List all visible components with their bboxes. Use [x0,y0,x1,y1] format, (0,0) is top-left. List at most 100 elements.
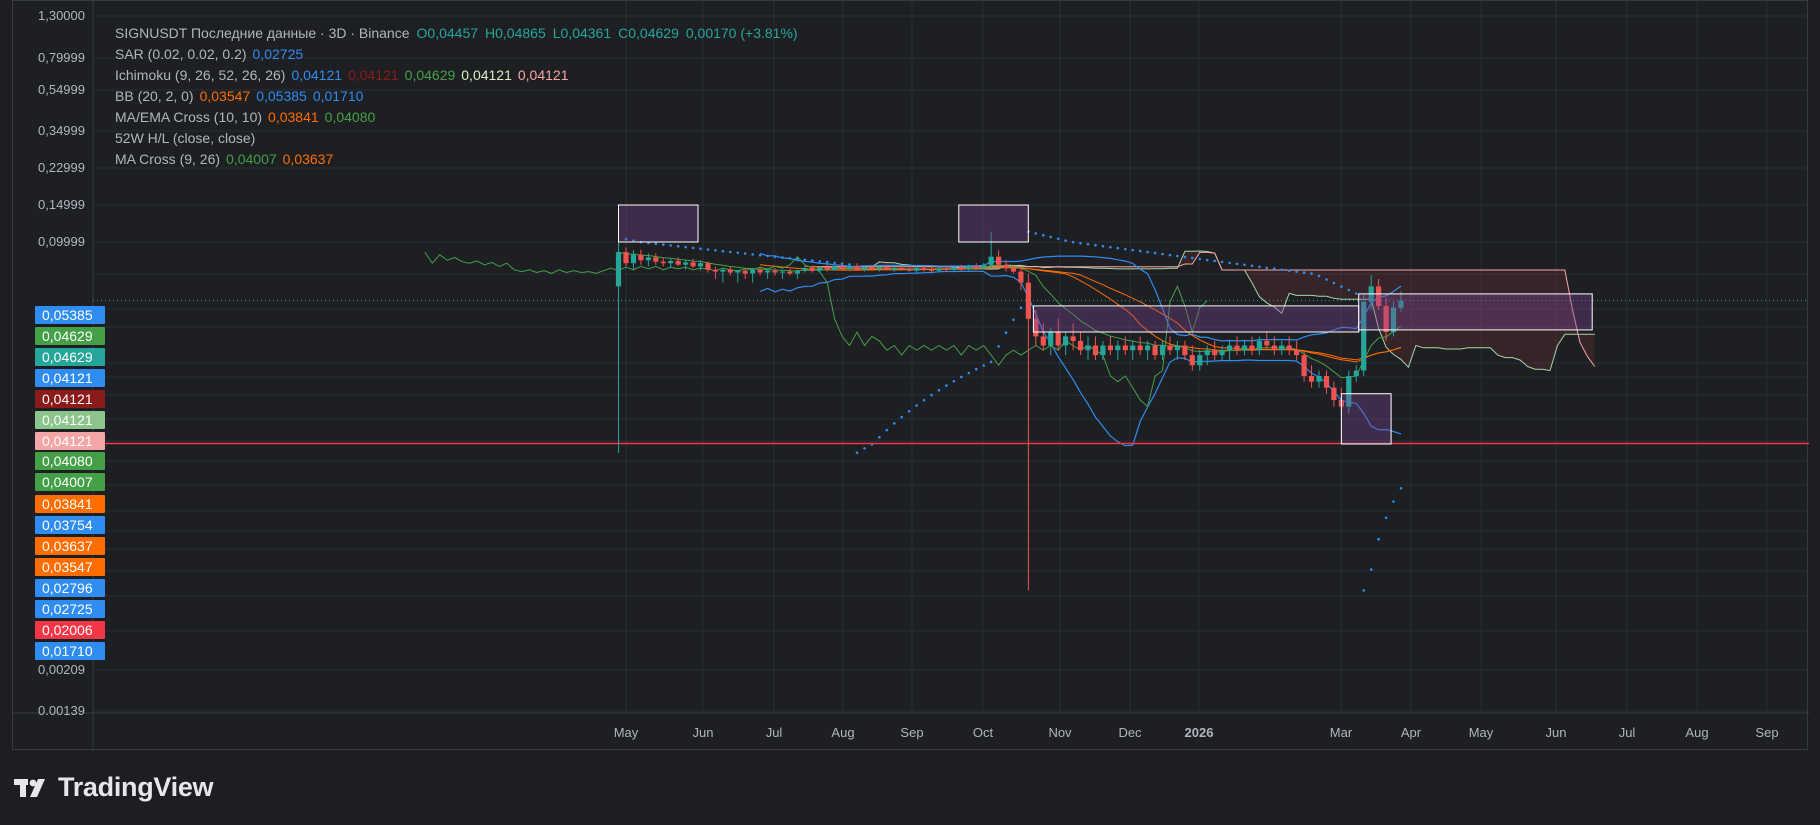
sar-dot [855,451,859,455]
time-tick-label: Nov [1048,725,1072,740]
indicator-row[interactable]: SAR (0.02, 0.02, 0.2) 0,02725 [115,44,798,65]
sar-dot [1228,261,1231,265]
sar-dot [930,393,933,397]
candle [1152,340,1158,361]
sar-dot [937,388,941,392]
sar-dot [714,249,717,252]
indicator-name: MA/EMA Cross (10, 10) [115,109,263,125]
candle [1085,336,1091,361]
sar-dot [1124,247,1127,251]
sar-dot [885,428,889,432]
sar-dot [1310,272,1313,275]
indicator-row[interactable]: MA/EMA Cross (10, 10) 0,03841 0,04080 [115,107,798,128]
tradingview-logo[interactable]: TradingView [14,772,214,803]
price-badge: 0,02725 [35,600,105,618]
indicator-value: 0,04121 [291,67,343,83]
sar-dot [736,251,740,255]
candle [802,266,808,273]
sar-dot [729,250,732,254]
sar-dot [662,243,665,246]
candle [1092,336,1099,361]
indicator-row[interactable]: BB (20, 2, 0) 0,03547 0,05385 0,01710 [115,86,798,107]
indicator-name: 52W H/L (close, close) [115,130,256,146]
sar-dot [1250,264,1254,268]
sar-dot [1258,265,1261,269]
price-tick-label: 0,00209 [38,662,85,677]
tradingview-logo-icon [14,778,45,797]
candle [1063,332,1069,356]
candle [1323,370,1330,394]
price-tick-label: 0,14999 [38,197,85,212]
time-tick-label: Aug [1685,725,1708,740]
sar-dot [1168,253,1172,257]
price-badge: 0,01710 [35,642,105,660]
chart-pane[interactable]: 1,30000 0,79999 0,54999 0,34999 0,22999 0,149… [12,0,1809,751]
price-badge: 0,04080 [35,452,105,470]
sar-dot [796,257,799,261]
sar-dot [960,375,963,379]
time-tick-label: Oct [973,725,994,740]
sar-dot [788,257,792,260]
indicator-value: 0,04121 [461,67,512,83]
sar-dot [1332,281,1336,285]
candle [630,250,637,270]
candle [1249,336,1255,356]
time-tick-label: Jul [1619,725,1636,740]
sar-dot [922,398,926,402]
sar-dot [773,255,777,258]
indicator-value: 0,04121 [348,67,399,83]
price-badge: 0,04629 [35,348,105,366]
sar-dot [1161,252,1164,256]
candle [1308,365,1315,388]
candle [720,268,726,283]
sar-dot [1355,292,1358,295]
indicator-name: BB (20, 2, 0) [115,88,194,104]
indicator-row[interactable]: MA Cross (9, 26) 0,04007 0,03637 [115,149,798,170]
time-tick-label: Jul [766,725,783,740]
sar-dot [907,409,911,413]
ohlc-value: L0,04361 [552,25,612,41]
sar-dot [721,249,725,253]
sar-dot [1369,568,1373,571]
sar-dot [915,404,918,407]
candle [1212,340,1218,361]
time-tick-label: 2026 [1185,725,1214,740]
candle [660,257,666,267]
price-badge: 0,02796 [35,579,105,597]
sar-dot [1019,306,1023,310]
indicator-name: SAR (0.02, 0.02, 0.2) [115,46,247,62]
sar-dot [781,256,784,259]
time-tick-label: Sep [900,725,923,740]
sar-dot [1399,487,1403,490]
sar-dot [1176,254,1179,258]
time-tick-label: May [614,725,639,740]
sar-dot [1071,240,1075,244]
hl-box [958,204,1029,243]
indicator-row[interactable]: 52W H/L (close, close) [115,128,798,149]
sar-dot [878,435,881,439]
sar-dot [669,244,672,247]
sar-dot [654,242,658,245]
sar-dot [1183,255,1187,259]
indicator-value: 0,04080 [324,109,376,125]
sar-dot [818,260,821,263]
indicator-row[interactable]: Ichimoku (9, 26, 52, 26, 26) 0,04121 0,041… [115,65,798,86]
sar-dot [1109,245,1112,249]
sar-dot [1146,250,1149,254]
sar-dot [1377,537,1380,541]
price-badge: 0,02006 [35,621,105,639]
candle [1197,350,1203,371]
candle [638,249,644,265]
sar-dot [1094,243,1097,247]
sar-dot [1153,251,1157,255]
sar-dot [699,247,702,250]
price-badge: 0,04121 [35,369,105,387]
candle [1025,273,1031,591]
candle [1115,340,1121,361]
indicator-value: 0,01710 [312,88,364,104]
sar-dot [945,384,948,387]
sar-dot [1287,269,1291,273]
time-tick-label: Jun [693,725,714,740]
symbol-ohlc-row: SIGNUSDT Последние данные · 3D · Binance… [115,23,798,44]
hl-box [1358,293,1593,331]
